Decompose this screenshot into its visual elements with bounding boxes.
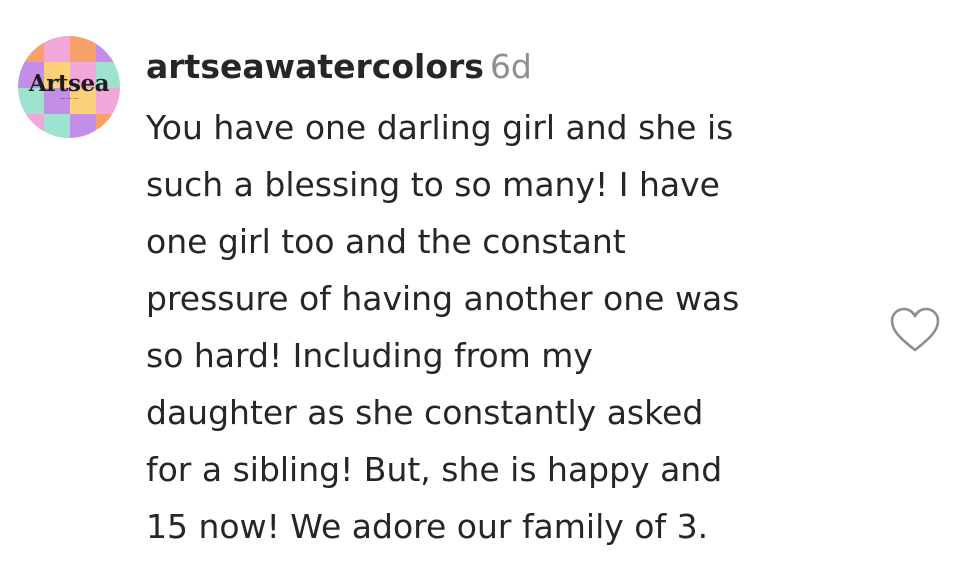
heart-icon <box>890 307 940 352</box>
comment-line: so hard! Including from my <box>146 336 593 375</box>
avatar-brand-text: Artsea <box>28 70 110 97</box>
comment-line: pressure of having another one was <box>146 279 740 318</box>
timestamp[interactable]: 6d <box>490 47 532 86</box>
comment-header: artseawatercolors 6d <box>146 44 532 90</box>
comment-line: daughter as she constantly asked <box>146 393 704 432</box>
avatar-sub-text: — — — <box>59 96 79 102</box>
avatar[interactable]: Artsea — — — <box>18 36 120 138</box>
comment: Artsea — — — artseawatercolors 6d You hav… <box>0 0 980 585</box>
comment-text: You have one darling girl and she is suc… <box>146 99 876 555</box>
like-button[interactable] <box>889 306 941 354</box>
comment-line: for a sibling! But, she is happy and <box>146 450 723 489</box>
comment-line: 15 now! We adore our family of 3. <box>146 507 709 546</box>
comment-line: You have one darling girl and she is <box>146 108 734 147</box>
username-link[interactable]: artseawatercolors <box>146 47 484 86</box>
comment-line: one girl too and the constant <box>146 222 626 261</box>
comment-line: such a blessing to so many! I have <box>146 165 720 204</box>
